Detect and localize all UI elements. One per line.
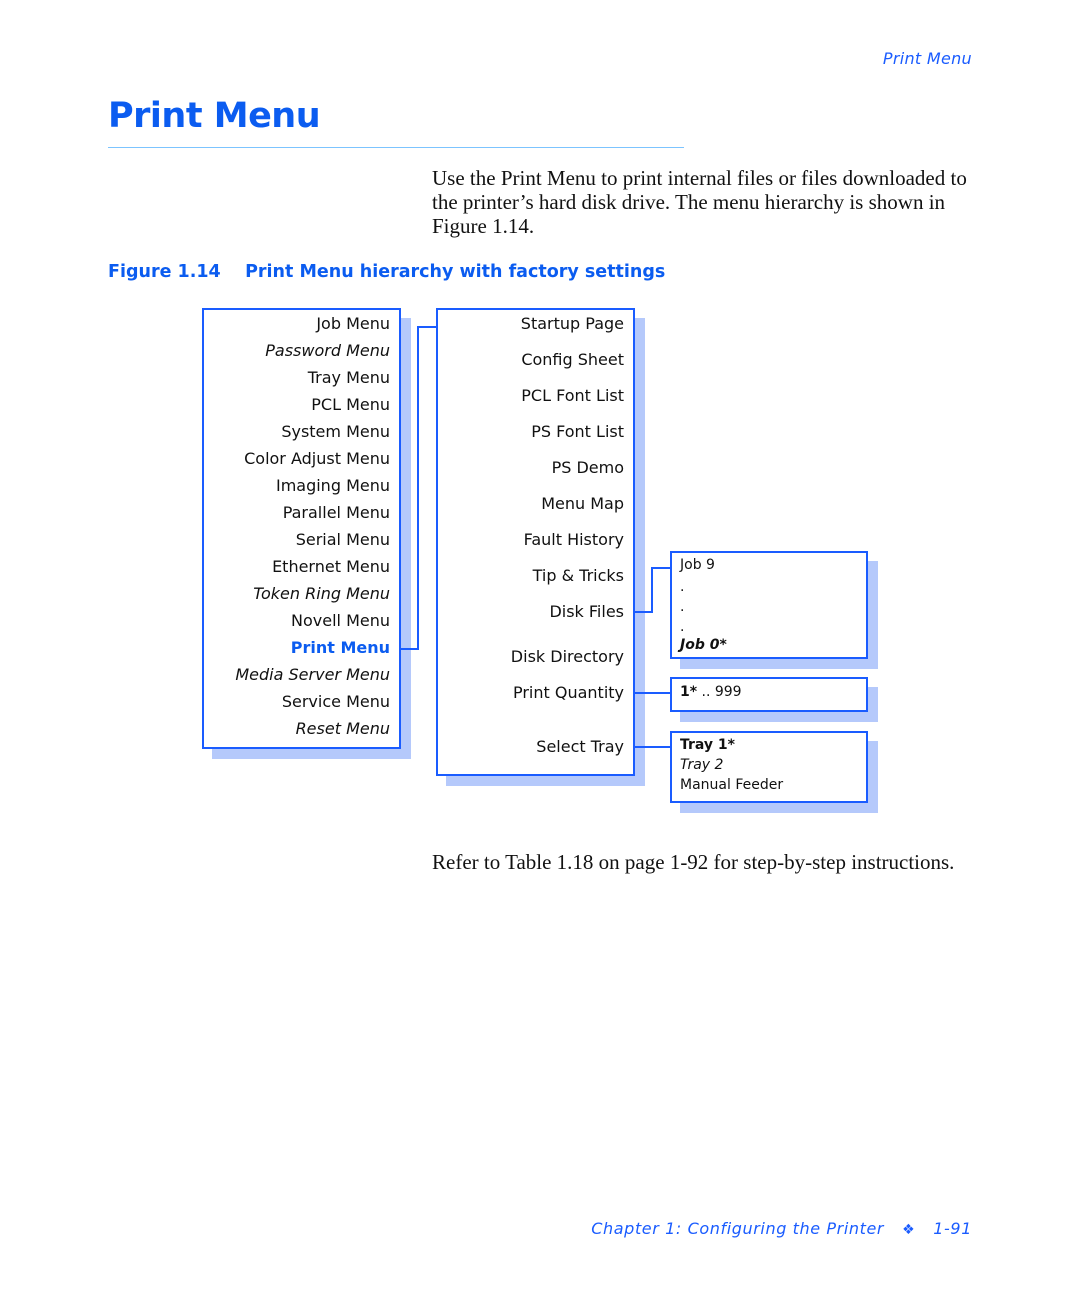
main-menu-item: Password Menu: [265, 341, 390, 360]
print-quantity-max: .. 999: [697, 684, 742, 700]
main-menu-item: Parallel Menu: [282, 503, 390, 522]
print-quantity-options-box: 1* .. 999: [670, 677, 868, 712]
main-menu-item: Service Menu: [281, 692, 390, 711]
main-menu-item: Media Server Menu: [235, 665, 390, 684]
connector-line: [417, 326, 419, 650]
print-quantity-default: 1*: [680, 684, 698, 700]
main-menu-item: Color Adjust Menu: [244, 449, 390, 468]
select-tray-option: Tray 1*: [680, 737, 735, 753]
select-tray-option: Manual Feeder: [680, 777, 784, 793]
main-menu-item: Ethernet Menu: [272, 557, 390, 576]
main-menu-item: Reset Menu: [295, 719, 390, 738]
main-menu-item: Print Menu: [290, 638, 390, 657]
page-title: Print Menu: [108, 96, 321, 136]
print-menu-item: PCL Font List: [521, 386, 624, 405]
print-menu-item: Startup Page: [520, 314, 624, 333]
connector-line: [651, 567, 653, 613]
running-head: Print Menu: [882, 49, 972, 68]
main-menu-box: Job Menu Password Menu Tray Menu PCL Menu Sy…: [202, 308, 401, 749]
main-menu-item: PCL Menu: [311, 395, 390, 414]
disk-files-option: .: [680, 599, 685, 615]
figure-title: Print Menu hierarchy with factory settin…: [245, 262, 666, 282]
main-menu-item: System Menu: [281, 422, 390, 441]
print-menu-item: Tip & Tricks: [532, 566, 624, 585]
select-tray-options-box: Tray 1* Tray 2 Manual Feeder: [670, 731, 868, 803]
connector-line: [651, 567, 670, 569]
page-footer: Chapter 1: Configuring the Printer ❖ 1-91: [591, 1219, 972, 1238]
print-menu-box: Startup Page Config Sheet PCL Font List PS …: [436, 308, 635, 776]
print-menu-item: PS Font List: [531, 422, 624, 441]
main-menu-item: Job Menu: [316, 314, 390, 333]
print-menu-item: Fault History: [523, 530, 624, 549]
disk-files-option: Job 0*: [680, 637, 727, 653]
print-quantity-range: 1* .. 999: [680, 684, 742, 700]
main-menu-item: Imaging Menu: [275, 476, 390, 495]
print-menu-item: Select Tray: [536, 737, 624, 756]
disk-files-option: .: [680, 619, 685, 635]
disk-files-options-box: Job 9... Job 0*: [670, 551, 868, 659]
print-menu-item: Print Quantity: [512, 683, 624, 702]
figure-number: Figure 1.14: [108, 262, 221, 282]
main-menu-item: Serial Menu: [295, 530, 390, 549]
connector-line: [417, 326, 436, 328]
print-menu-item: Menu Map: [541, 494, 624, 513]
footer-chapter: Chapter 1: Configuring the Printer: [591, 1219, 885, 1238]
intro-paragraph: Use the Print Menu to print internal fil…: [432, 166, 967, 238]
connector-line: [635, 692, 670, 694]
disk-files-option: Job 9: [680, 557, 715, 573]
figure-caption: Figure 1.14 Print Menu hierarchy with fa…: [108, 262, 665, 282]
title-rule: [108, 147, 684, 148]
print-menu-item: Disk Files: [549, 602, 624, 621]
disk-files-option: .: [680, 579, 685, 595]
print-menu-item: PS Demo: [551, 458, 624, 477]
print-menu-item: Disk Directory: [510, 647, 624, 666]
main-menu-item: Token Ring Menu: [253, 584, 390, 603]
diamond-icon: ❖: [902, 1222, 916, 1238]
main-menu-item: Novell Menu: [291, 611, 390, 630]
connector-line: [635, 746, 670, 748]
refer-paragraph: Refer to Table 1.18 on page 1-92 for ste…: [432, 850, 955, 874]
footer-page-number: 1-91: [933, 1219, 972, 1238]
select-tray-option: Tray 2: [680, 757, 724, 773]
print-menu-item: Config Sheet: [521, 350, 624, 369]
main-menu-item: Tray Menu: [307, 368, 390, 387]
